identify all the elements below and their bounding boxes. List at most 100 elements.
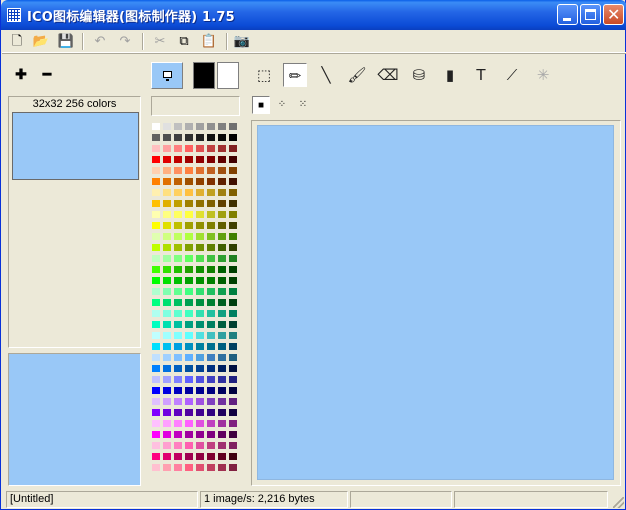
palette-color-swatch[interactable] [195, 320, 205, 329]
palette-color-swatch[interactable] [217, 133, 227, 142]
brush-size-2[interactable]: ⁘ [273, 96, 291, 114]
drawing-canvas[interactable] [257, 125, 614, 480]
palette-color-swatch[interactable] [184, 463, 194, 472]
palette-color-swatch[interactable] [228, 188, 238, 197]
palette-color-swatch[interactable] [162, 430, 172, 439]
palette-color-swatch[interactable] [217, 254, 227, 263]
palette-color-swatch[interactable] [173, 166, 183, 175]
palette-color-swatch[interactable] [228, 331, 238, 340]
palette-color-swatch[interactable] [184, 331, 194, 340]
palette-color-swatch[interactable] [228, 177, 238, 186]
grid-app-icon[interactable] [7, 8, 21, 22]
palette-color-swatch[interactable] [195, 276, 205, 285]
palette-color-swatch[interactable] [228, 221, 238, 230]
palette-color-swatch[interactable] [195, 243, 205, 252]
palette-color-swatch[interactable] [184, 133, 194, 142]
palette-color-swatch[interactable] [206, 144, 216, 153]
palette-color-swatch[interactable] [228, 254, 238, 263]
palette-color-swatch[interactable] [184, 243, 194, 252]
palette-color-swatch[interactable] [184, 364, 194, 373]
palette-color-swatch[interactable] [162, 155, 172, 164]
palette-color-swatch[interactable] [228, 452, 238, 461]
palette-color-swatch[interactable] [206, 320, 216, 329]
palette-color-swatch[interactable] [195, 386, 205, 395]
palette-color-swatch[interactable] [195, 265, 205, 274]
palette-color-swatch[interactable] [195, 342, 205, 351]
bucket-tool-icon[interactable]: ▮ [438, 63, 462, 87]
palette-color-swatch[interactable] [228, 375, 238, 384]
image-thumbnail[interactable] [12, 112, 139, 180]
palette-color-swatch[interactable] [173, 309, 183, 318]
palette-color-swatch[interactable] [162, 441, 172, 450]
palette-color-swatch[interactable] [184, 254, 194, 263]
palette-color-swatch[interactable] [151, 298, 161, 307]
palette-color-swatch[interactable] [173, 419, 183, 428]
palette-color-swatch[interactable] [162, 221, 172, 230]
palette-color-swatch[interactable] [151, 122, 161, 131]
text-tool-icon[interactable]: T [469, 63, 493, 87]
palette-color-swatch[interactable] [217, 276, 227, 285]
add-image-button[interactable]: ✚ [13, 66, 29, 82]
palette-color-swatch[interactable] [206, 155, 216, 164]
select-tool-icon[interactable]: ⬚ [252, 63, 276, 87]
palette-color-swatch[interactable] [151, 331, 161, 340]
palette-color-swatch[interactable] [228, 133, 238, 142]
palette-color-swatch[interactable] [217, 397, 227, 406]
palette-color-swatch[interactable] [173, 265, 183, 274]
palette-color-swatch[interactable] [217, 210, 227, 219]
palette-color-swatch[interactable] [162, 177, 172, 186]
maximize-button[interactable] [580, 4, 601, 25]
palette-color-swatch[interactable] [151, 254, 161, 263]
palette-color-swatch[interactable] [217, 353, 227, 362]
palette-color-swatch[interactable] [151, 342, 161, 351]
palette-color-swatch[interactable] [206, 441, 216, 450]
palette-color-swatch[interactable] [228, 265, 238, 274]
palette-color-swatch[interactable] [162, 188, 172, 197]
palette-color-swatch[interactable] [162, 232, 172, 241]
palette-color-swatch[interactable] [173, 430, 183, 439]
palette-color-swatch[interactable] [206, 463, 216, 472]
fill-tool-icon[interactable]: ⛁ [407, 63, 431, 87]
palette-color-swatch[interactable] [151, 386, 161, 395]
palette-color-swatch[interactable] [173, 199, 183, 208]
palette-color-swatch[interactable] [228, 430, 238, 439]
eyedropper-tool-icon[interactable]: ⟋ [500, 63, 524, 87]
palette-selector[interactable] [151, 96, 240, 116]
palette-color-swatch[interactable] [162, 320, 172, 329]
cut-icon[interactable]: ✂ [150, 32, 170, 52]
palette-color-swatch[interactable] [173, 353, 183, 362]
palette-color-swatch[interactable] [184, 287, 194, 296]
palette-color-swatch[interactable] [162, 364, 172, 373]
background-color-swatch[interactable] [217, 62, 239, 89]
resize-grip[interactable] [613, 497, 624, 508]
palette-color-swatch[interactable] [162, 254, 172, 263]
palette-color-swatch[interactable] [173, 463, 183, 472]
palette-color-swatch[interactable] [206, 133, 216, 142]
palette-color-swatch[interactable] [173, 320, 183, 329]
close-button[interactable]: ✕ [603, 4, 624, 25]
palette-color-swatch[interactable] [228, 210, 238, 219]
palette-color-swatch[interactable] [228, 122, 238, 131]
palette-color-swatch[interactable] [217, 199, 227, 208]
palette-color-swatch[interactable] [151, 210, 161, 219]
palette-color-swatch[interactable] [184, 353, 194, 362]
palette-color-swatch[interactable] [195, 199, 205, 208]
palette-color-swatch[interactable] [151, 452, 161, 461]
palette-color-swatch[interactable] [217, 342, 227, 351]
palette-color-swatch[interactable] [184, 122, 194, 131]
palette-color-swatch[interactable] [184, 397, 194, 406]
palette-color-swatch[interactable] [228, 353, 238, 362]
palette-color-swatch[interactable] [173, 441, 183, 450]
palette-color-swatch[interactable] [151, 265, 161, 274]
palette-color-swatch[interactable] [206, 364, 216, 373]
palette-color-swatch[interactable] [173, 133, 183, 142]
palette-color-swatch[interactable] [217, 452, 227, 461]
palette-color-swatch[interactable] [184, 155, 194, 164]
palette-color-swatch[interactable] [195, 210, 205, 219]
palette-color-swatch[interactable] [162, 287, 172, 296]
palette-color-swatch[interactable] [195, 441, 205, 450]
palette-color-swatch[interactable] [151, 419, 161, 428]
palette-color-swatch[interactable] [195, 375, 205, 384]
palette-color-swatch[interactable] [162, 133, 172, 142]
palette-color-swatch[interactable] [228, 309, 238, 318]
